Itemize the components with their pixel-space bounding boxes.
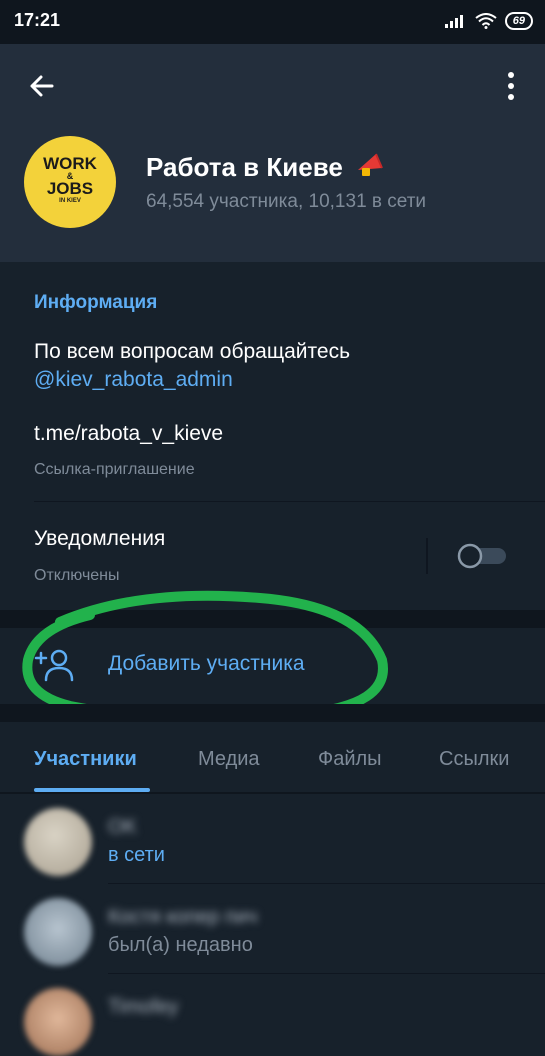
member-row[interactable]: Костя копер пич был(а) недавно: [0, 884, 545, 974]
channel-subtitle: 64,554 участника, 10,131 в сети: [146, 191, 427, 212]
section-gap: [0, 610, 545, 628]
invite-link[interactable]: t.me/rabota_v_kieve: [34, 422, 223, 446]
notifications-label: Уведомления: [34, 527, 166, 550]
channel-title: Работа в Киеве: [146, 150, 386, 183]
section-gap: [0, 704, 545, 722]
member-avatar: [24, 898, 92, 966]
divider-vertical: [426, 538, 428, 574]
add-member-button[interactable]: Добавить участника: [0, 628, 545, 704]
wifi-icon: [475, 13, 497, 29]
media-tabs: Участники Медиа Файлы Ссылки: [0, 722, 545, 792]
back-arrow-icon[interactable]: [24, 68, 60, 104]
tab-media[interactable]: Медиа: [198, 748, 260, 771]
avatar-logo-text: WORK & JOBS IN KIEV: [43, 154, 97, 204]
member-status: был(а) недавно: [108, 934, 253, 956]
member-row[interactable]: OK в сети: [0, 794, 545, 884]
member-status: в сети: [108, 844, 165, 866]
member-avatar: [24, 988, 92, 1056]
info-section-title: Информация: [34, 292, 158, 313]
admin-mention-link[interactable]: @kiev_rabota_admin: [34, 366, 350, 394]
divider: [34, 501, 545, 502]
status-time: 17:21: [14, 10, 61, 30]
channel-avatar[interactable]: WORK & JOBS IN KIEV: [24, 136, 116, 228]
info-section: Информация По всем вопросам обращайтесь …: [0, 262, 545, 610]
notifications-toggle[interactable]: [456, 542, 508, 570]
battery-indicator: 69: [504, 12, 533, 30]
member-name: OK: [108, 816, 137, 838]
signal-icon: [444, 15, 463, 28]
member-avatar: [24, 808, 92, 876]
member-name: Костя копер пич: [108, 906, 258, 928]
tab-files[interactable]: Файлы: [318, 748, 382, 771]
member-row[interactable]: Timofey: [0, 974, 545, 1056]
invite-link-caption: Ссылка-приглашение: [34, 461, 195, 478]
channel-description: По всем вопросам обращайтесь @kiev_rabot…: [34, 338, 350, 394]
add-member-label: Добавить участника: [108, 652, 305, 675]
tab-links[interactable]: Ссылки: [439, 748, 509, 771]
tab-members[interactable]: Участники: [34, 748, 137, 771]
notifications-status: Отключены: [34, 567, 120, 584]
status-icons: 69: [444, 12, 533, 30]
status-bar: 17:21 69: [0, 0, 545, 44]
more-vertical-icon[interactable]: [503, 70, 519, 102]
add-user-icon: [34, 649, 74, 682]
member-name: Timofey: [108, 996, 179, 1018]
megaphone-icon: [358, 153, 383, 176]
channel-header: WORK & JOBS IN KIEV Работа в Киеве 64,55…: [0, 44, 545, 262]
